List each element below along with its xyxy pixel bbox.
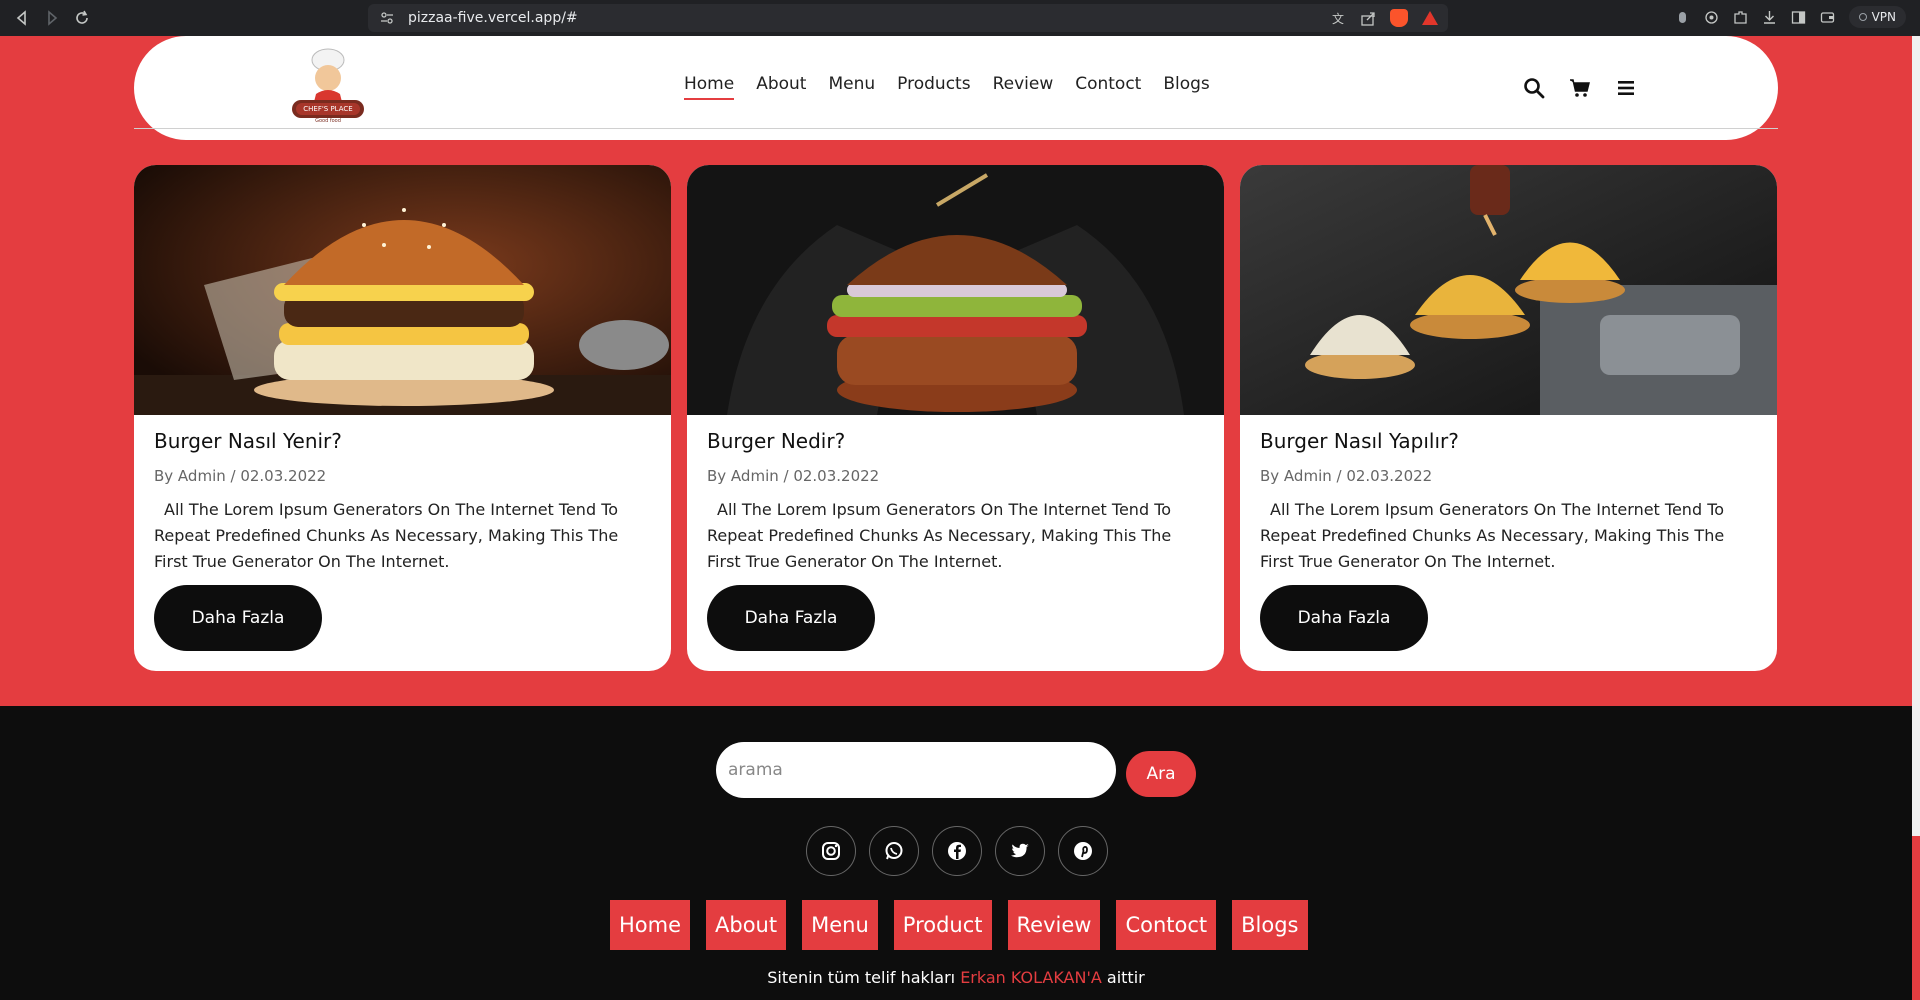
menu-icon[interactable] xyxy=(1614,76,1638,100)
burger-image xyxy=(1240,165,1777,415)
read-more-button[interactable]: Daha Fazla xyxy=(1260,585,1428,651)
svg-text:文: 文 xyxy=(1332,11,1344,26)
nav-review[interactable]: Review xyxy=(993,74,1054,100)
footer-nav-blogs[interactable]: Blogs xyxy=(1232,900,1308,950)
site-footer: Ara Home About Menu Product Review Conto… xyxy=(0,706,1912,1000)
header-divider xyxy=(134,128,1778,129)
read-more-button[interactable]: Daha Fazla xyxy=(707,585,875,651)
forward-icon[interactable] xyxy=(40,6,64,30)
footer-nav-menu[interactable]: Menu xyxy=(802,900,878,950)
nav-contoct[interactable]: Contoct xyxy=(1075,74,1141,100)
card-meta: By Admin / 02.03.2022 xyxy=(154,467,327,485)
copyright-author-link[interactable]: Erkan KOLAKAN'A xyxy=(960,968,1102,987)
footer-nav-home[interactable]: Home xyxy=(610,900,691,950)
card-title: Burger Nasıl Yapılır? xyxy=(1260,429,1459,453)
whatsapp-icon[interactable] xyxy=(869,826,919,876)
footer-nav-product[interactable]: Product xyxy=(893,900,992,950)
instagram-icon[interactable] xyxy=(806,826,856,876)
footer-nav-review[interactable]: Review xyxy=(1007,900,1101,950)
blog-cards: Burger Nasıl Yenir? By Admin / 02.03.202… xyxy=(134,165,1778,671)
footer-nav: Home About Menu Product Review Contoct B… xyxy=(610,900,1308,950)
main-nav: Home About Menu Products Review Contoct … xyxy=(684,74,1210,100)
vpn-status-icon xyxy=(1858,13,1867,21)
url-text[interactable]: pizzaa-five.vercel.app/# xyxy=(408,10,578,26)
header-icons xyxy=(1522,76,1638,100)
leo-icon[interactable] xyxy=(1675,10,1690,25)
search-icon[interactable] xyxy=(1522,76,1546,100)
footer-nav-contoct[interactable]: Contoct xyxy=(1116,900,1217,950)
copyright-suffix: aittir xyxy=(1106,968,1145,987)
social-links xyxy=(806,826,1108,876)
copyright-text: Sitenin tüm telif hakları Erkan KOLAKAN'… xyxy=(0,968,1912,987)
card-meta: By Admin / 02.03.2022 xyxy=(707,467,880,485)
puzzle-icon[interactable] xyxy=(1733,10,1748,25)
search-button[interactable]: Ara xyxy=(1126,751,1196,797)
card-title: Burger Nedir? xyxy=(707,429,846,453)
extension-icon[interactable] xyxy=(1704,10,1719,25)
nav-menu[interactable]: Menu xyxy=(828,74,875,100)
nav-blogs[interactable]: Blogs xyxy=(1163,74,1209,100)
address-bar[interactable]: pizzaa-five.vercel.app/# 文 xyxy=(368,4,1448,32)
svg-text:Good food: Good food xyxy=(315,118,341,124)
browser-toolbar: pizzaa-five.vercel.app/# 文 VPN xyxy=(0,0,1920,36)
back-icon[interactable] xyxy=(10,6,34,30)
burger-image xyxy=(687,165,1224,415)
card-text: All The Lorem Ipsum Generators On The In… xyxy=(154,500,619,571)
vpn-button[interactable]: VPN xyxy=(1848,6,1906,28)
nav-home[interactable]: Home xyxy=(684,74,735,100)
share-icon[interactable] xyxy=(1361,11,1376,26)
pinterest-icon[interactable] xyxy=(1058,826,1108,876)
svg-text:CHEF'S PLACE: CHEF'S PLACE xyxy=(303,105,352,113)
wallet-icon[interactable] xyxy=(1820,10,1835,25)
card-text: All The Lorem Ipsum Generators On The In… xyxy=(1260,500,1725,571)
vpn-label: VPN xyxy=(1871,10,1896,24)
search-input[interactable] xyxy=(716,742,1116,798)
burger-image xyxy=(134,165,671,415)
blog-card: Burger Nasıl Yenir? By Admin / 02.03.202… xyxy=(134,165,671,671)
facebook-icon[interactable] xyxy=(932,826,982,876)
card-title: Burger Nasıl Yenir? xyxy=(154,429,342,453)
card-text: All The Lorem Ipsum Generators On The In… xyxy=(707,500,1172,571)
page-scrollbar[interactable] xyxy=(1912,36,1920,836)
sidebar-icon[interactable] xyxy=(1791,10,1806,25)
read-more-button[interactable]: Daha Fazla xyxy=(154,585,322,651)
cart-icon[interactable] xyxy=(1568,76,1592,100)
site-header: CHEF'S PLACE Good food Home About Menu P… xyxy=(134,36,1778,140)
download-icon[interactable] xyxy=(1762,10,1777,25)
nav-about[interactable]: About xyxy=(756,74,806,100)
reload-icon[interactable] xyxy=(70,6,94,30)
footer-nav-about[interactable]: About xyxy=(706,900,787,950)
translate-icon[interactable]: 文 xyxy=(1332,11,1347,26)
brave-shield-icon[interactable] xyxy=(1390,9,1408,27)
footer-search: Ara xyxy=(716,742,1196,798)
twitter-icon[interactable] xyxy=(995,826,1045,876)
brave-rewards-icon[interactable] xyxy=(1422,11,1438,25)
nav-products[interactable]: Products xyxy=(897,74,970,100)
blog-card: Burger Nedir? By Admin / 02.03.2022 All … xyxy=(687,165,1224,671)
blog-card: Burger Nasıl Yapılır? By Admin / 02.03.2… xyxy=(1240,165,1777,671)
card-meta: By Admin / 02.03.2022 xyxy=(1260,467,1433,485)
copyright-prefix: Sitenin tüm telif hakları xyxy=(767,968,956,987)
chefs-place-logo[interactable]: CHEF'S PLACE Good food xyxy=(286,44,370,128)
site-settings-icon[interactable] xyxy=(380,11,394,25)
